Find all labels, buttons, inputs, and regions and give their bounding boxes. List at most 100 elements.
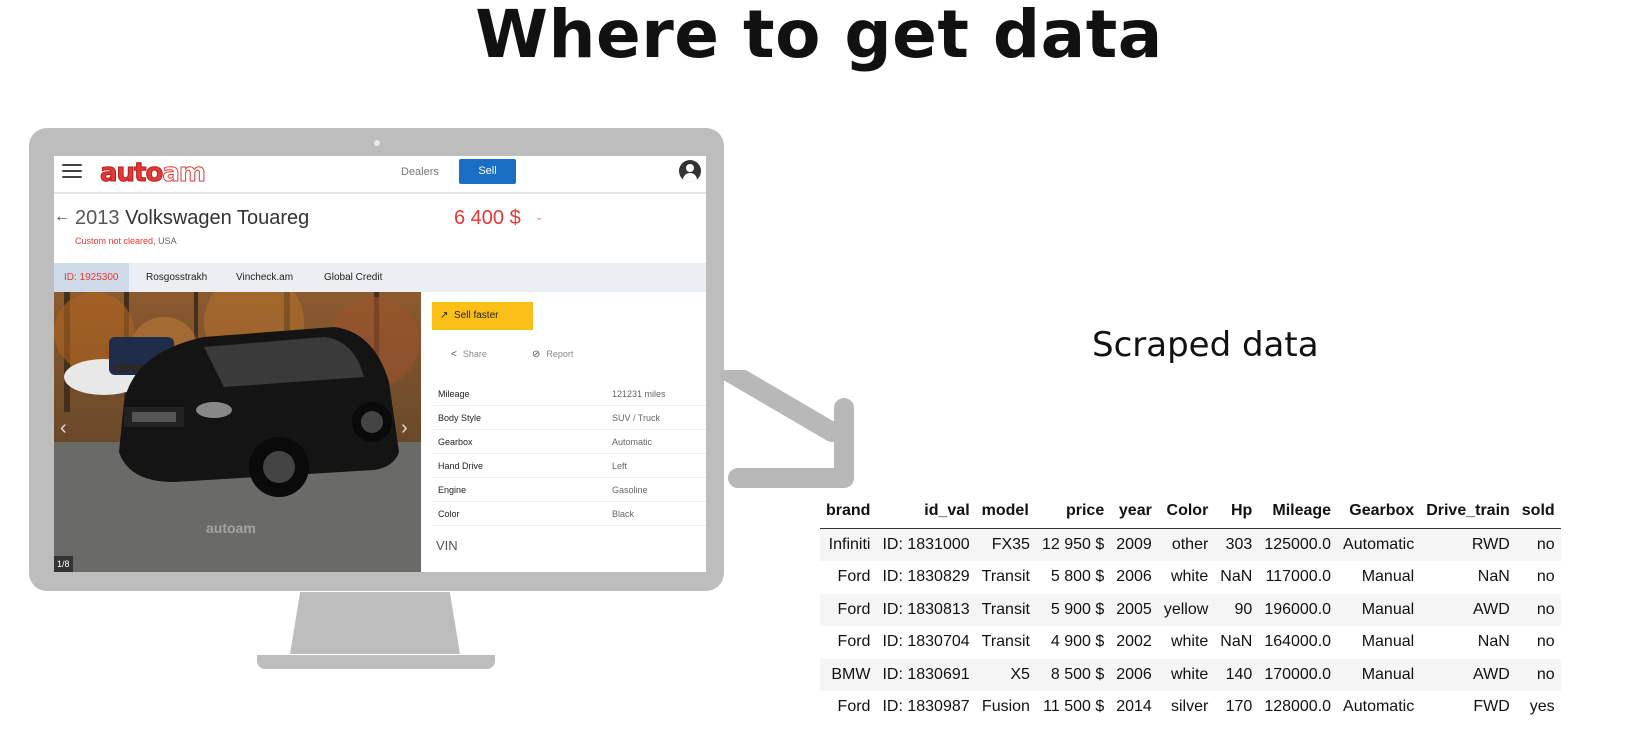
photo-next-icon[interactable]: › [401,417,408,440]
table-cell: 90 [1234,600,1253,618]
share-button[interactable]: < Share [451,349,487,360]
table-cell: Ford [837,600,871,618]
table-cell: 140 [1225,665,1253,683]
back-arrow-icon[interactable]: ← [54,208,70,226]
spec-row: Mileage 121231 miles [432,382,706,406]
table-cell: ID: 1830813 [882,600,970,618]
table-cell: Manual [1361,600,1415,618]
table-cell: FWD [1473,698,1510,716]
table-cell: 11 500 $ [1043,698,1105,716]
spec-label: Gearbox [438,437,473,447]
table-cell: 2002 [1116,633,1152,651]
table-header-row: brand id_val model price year Color Hp M… [820,496,1561,529]
table-cell: NaN [1220,568,1253,586]
spec-list: Mileage 121231 miles Body Style SUV / Tr… [432,382,706,526]
table-cell: Manual [1361,633,1415,651]
listing-title: 2013 Volkswagen Touareg [75,207,309,230]
column-header: price [1035,496,1111,529]
table-cell: 170 [1225,698,1253,716]
table-row: Ford ID: 1830829 Transit 5 800 $ 2006 white Na… [820,561,1561,594]
table-row: BMW ID: 1830691 X5 8 500 $ 2006 white 140 17000… [820,658,1561,691]
photo-counter: 1/8 [54,556,73,572]
table-cell: ID: 1831000 [882,536,970,553]
table-cell: AWD [1473,600,1510,618]
monitor-frame: autoam Dealers Sell ← 2013 Volkswagen To… [29,128,724,591]
table-cell: Manual [1361,665,1415,683]
spec-value: Black [612,509,635,519]
spec-label: Mileage [438,389,470,399]
column-header: Hp [1214,496,1259,529]
monitor-stand [290,592,460,654]
table-cell: Transit [981,600,1030,618]
dealers-link[interactable]: Dealers [401,166,439,178]
photo-watermark: autoam [206,520,256,536]
spec-label: Hand Drive [438,461,484,471]
table-cell: Ford [837,568,871,586]
table-cell: 5 900 $ [1050,600,1105,618]
table-cell: silver [1170,698,1209,716]
table-cell: Manual [1361,568,1415,586]
table-cell: X5 [1010,665,1030,683]
share-icon: < [451,349,457,360]
sell-faster-button[interactable]: ↗ Sell faster [432,302,533,330]
table-cell: white [1170,568,1209,586]
listing-location: USA [158,236,177,246]
table-cell: yes [1529,698,1555,716]
table-row: Ford ID: 1830704 Transit 4 900 $ 2002 white Na… [820,626,1561,659]
trending-up-icon: ↗ [440,310,449,321]
tab-vincheck[interactable]: Vincheck.am [236,263,293,292]
spec-label: Engine [438,485,467,495]
menu-icon[interactable] [62,164,82,180]
vin-label: VIN [436,538,458,553]
spec-row: Engine Gasoline [432,478,706,502]
column-header: brand [820,496,877,529]
sell-button[interactable]: Sell [459,159,516,184]
table-cell: 2006 [1116,568,1152,586]
table-cell: 196000.0 [1264,600,1332,618]
table-cell: Automatic [1343,536,1415,553]
spec-label: Color [438,509,460,519]
table-cell: 164000.0 [1264,633,1332,651]
column-header: Color [1157,496,1215,529]
spec-row: Color Black [432,502,706,526]
spec-value: Automatic [612,437,653,447]
logo-text-am: am [162,158,207,189]
table-cell: 2006 [1116,665,1152,683]
column-header: Gearbox [1337,496,1421,529]
table-cell: NaN [1477,568,1510,586]
chevron-down-icon[interactable]: ⌄ [535,212,543,223]
logo-text-auto: auto [99,158,163,189]
table-cell: 8 500 $ [1050,665,1105,683]
table-cell: Automatic [1343,698,1415,716]
table-cell: 128000.0 [1264,698,1332,716]
spec-value: Gasoline [612,485,648,495]
table-cell: white [1170,665,1209,683]
customs-status: Custom not cleared, [75,236,156,246]
photo-prev-icon[interactable]: ‹ [60,417,67,440]
table-cell: 12 950 $ [1041,536,1105,553]
table-cell: 2005 [1116,600,1152,618]
site-logo[interactable]: autoam [99,158,207,189]
table-cell: NaN [1220,633,1253,651]
column-header: Drive_train [1420,496,1516,529]
table-cell: Ford [837,698,871,716]
scraped-data-label: Scraped data [1092,325,1319,365]
table-cell: RWD [1471,536,1510,553]
table-cell: ID: 1830691 [882,665,970,683]
car-photo[interactable]: ‹ › autoam 1/8 [54,292,421,572]
tab-id[interactable]: ID: 1925300 [54,263,129,292]
tab-rosgosstrakh[interactable]: Rosgosstrakh [146,263,207,292]
spec-row: Gearbox Automatic [432,430,706,454]
table-cell: no [1536,568,1555,586]
table-cell: BMW [831,665,871,683]
table-cell: 2009 [1116,536,1152,553]
user-icon[interactable] [679,160,701,182]
listing-subtitle: Custom not cleared, USA [75,236,177,246]
column-header: year [1110,496,1158,529]
column-header: Mileage [1258,496,1338,529]
monitor-base [257,655,495,669]
spec-value: SUV / Truck [612,413,661,423]
table-cell: Fusion [981,698,1030,716]
tab-global-credit[interactable]: Global Credit [324,263,382,292]
report-button[interactable]: ⊘ Report [532,349,573,360]
